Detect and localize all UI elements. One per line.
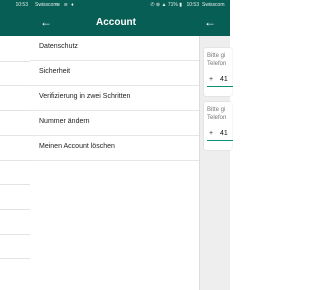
old-number-prompt-line2: Telefon xyxy=(207,61,227,67)
left-status-bar: 10:53 xyxy=(0,0,30,10)
left-list-divider xyxy=(0,234,30,235)
menu-item-change-number[interactable]: Nummer ändern xyxy=(30,111,199,136)
right-carrier-label: Swisscom xyxy=(202,2,225,8)
left-list-divider xyxy=(0,184,30,185)
new-number-prompt: Bitte gi xyxy=(207,107,226,113)
change-number-form: Bitte gi Telefon + 41 Bitte gi Telefon +… xyxy=(200,36,233,290)
left-list-divider xyxy=(0,85,30,86)
left-list-divider xyxy=(0,61,30,62)
country-code-plus: + xyxy=(209,130,214,137)
new-number-card: Bitte gi Telefon + 41 xyxy=(204,102,233,150)
status-bar: Swisscom ≋ ≋ ♦ ✆ ⊛ ▲ 71% ▮ 10:53 xyxy=(30,0,200,10)
old-number-prompt: Bitte gi xyxy=(207,53,226,59)
menu-item-two-step-verification[interactable]: Verifizierung in zwei Schritten xyxy=(30,86,199,111)
carrier-label: Swisscom xyxy=(35,2,58,8)
page-title: Account xyxy=(96,17,136,28)
menu-item-security[interactable]: Sicherheit xyxy=(30,61,199,86)
left-list-divider xyxy=(0,258,30,259)
right-status-bar: Swisscom xyxy=(200,0,230,10)
system-icons: ✆ ⊛ ▲ 71% ▮ xyxy=(150,2,182,8)
left-list xyxy=(0,36,30,290)
left-list-divider xyxy=(0,209,30,210)
left-list-divider xyxy=(0,110,30,111)
new-number-prompt-line2: Telefon xyxy=(207,115,227,121)
old-country-code-input[interactable]: 41 xyxy=(220,76,228,83)
menu-item-delete-account[interactable]: Meinen Account löschen xyxy=(30,136,199,161)
new-country-code-input[interactable]: 41 xyxy=(220,130,228,137)
left-list-divider xyxy=(0,160,30,161)
account-menu: Datenschutz Sicherheit Verifizierung in … xyxy=(30,36,200,290)
back-arrow-icon[interactable]: ← xyxy=(40,16,52,28)
old-number-card: Bitte gi Telefon + 41 xyxy=(204,48,233,96)
left-app-bar xyxy=(0,10,30,36)
right-back-arrow-icon[interactable]: ← xyxy=(204,16,216,28)
menu-item-label: Nummer ändern xyxy=(39,118,90,125)
left-status-time: 10:53 xyxy=(15,2,28,8)
old-number-underline xyxy=(207,86,233,87)
app-bar: ← Account xyxy=(30,10,200,36)
new-number-underline xyxy=(207,140,233,141)
signal-icons: ≋ ≋ ♦ xyxy=(56,2,75,8)
menu-item-label: Verifizierung in zwei Schritten xyxy=(39,93,131,100)
country-code-plus: + xyxy=(209,76,214,83)
menu-item-label: Datenschutz xyxy=(39,43,78,50)
right-app-bar: ← xyxy=(200,10,230,36)
menu-item-label: Meinen Account löschen xyxy=(39,143,115,150)
menu-item-privacy[interactable]: Datenschutz xyxy=(30,36,199,61)
left-list-divider xyxy=(0,135,30,136)
menu-item-label: Sicherheit xyxy=(39,68,71,75)
status-time: 10:53 xyxy=(186,2,199,8)
